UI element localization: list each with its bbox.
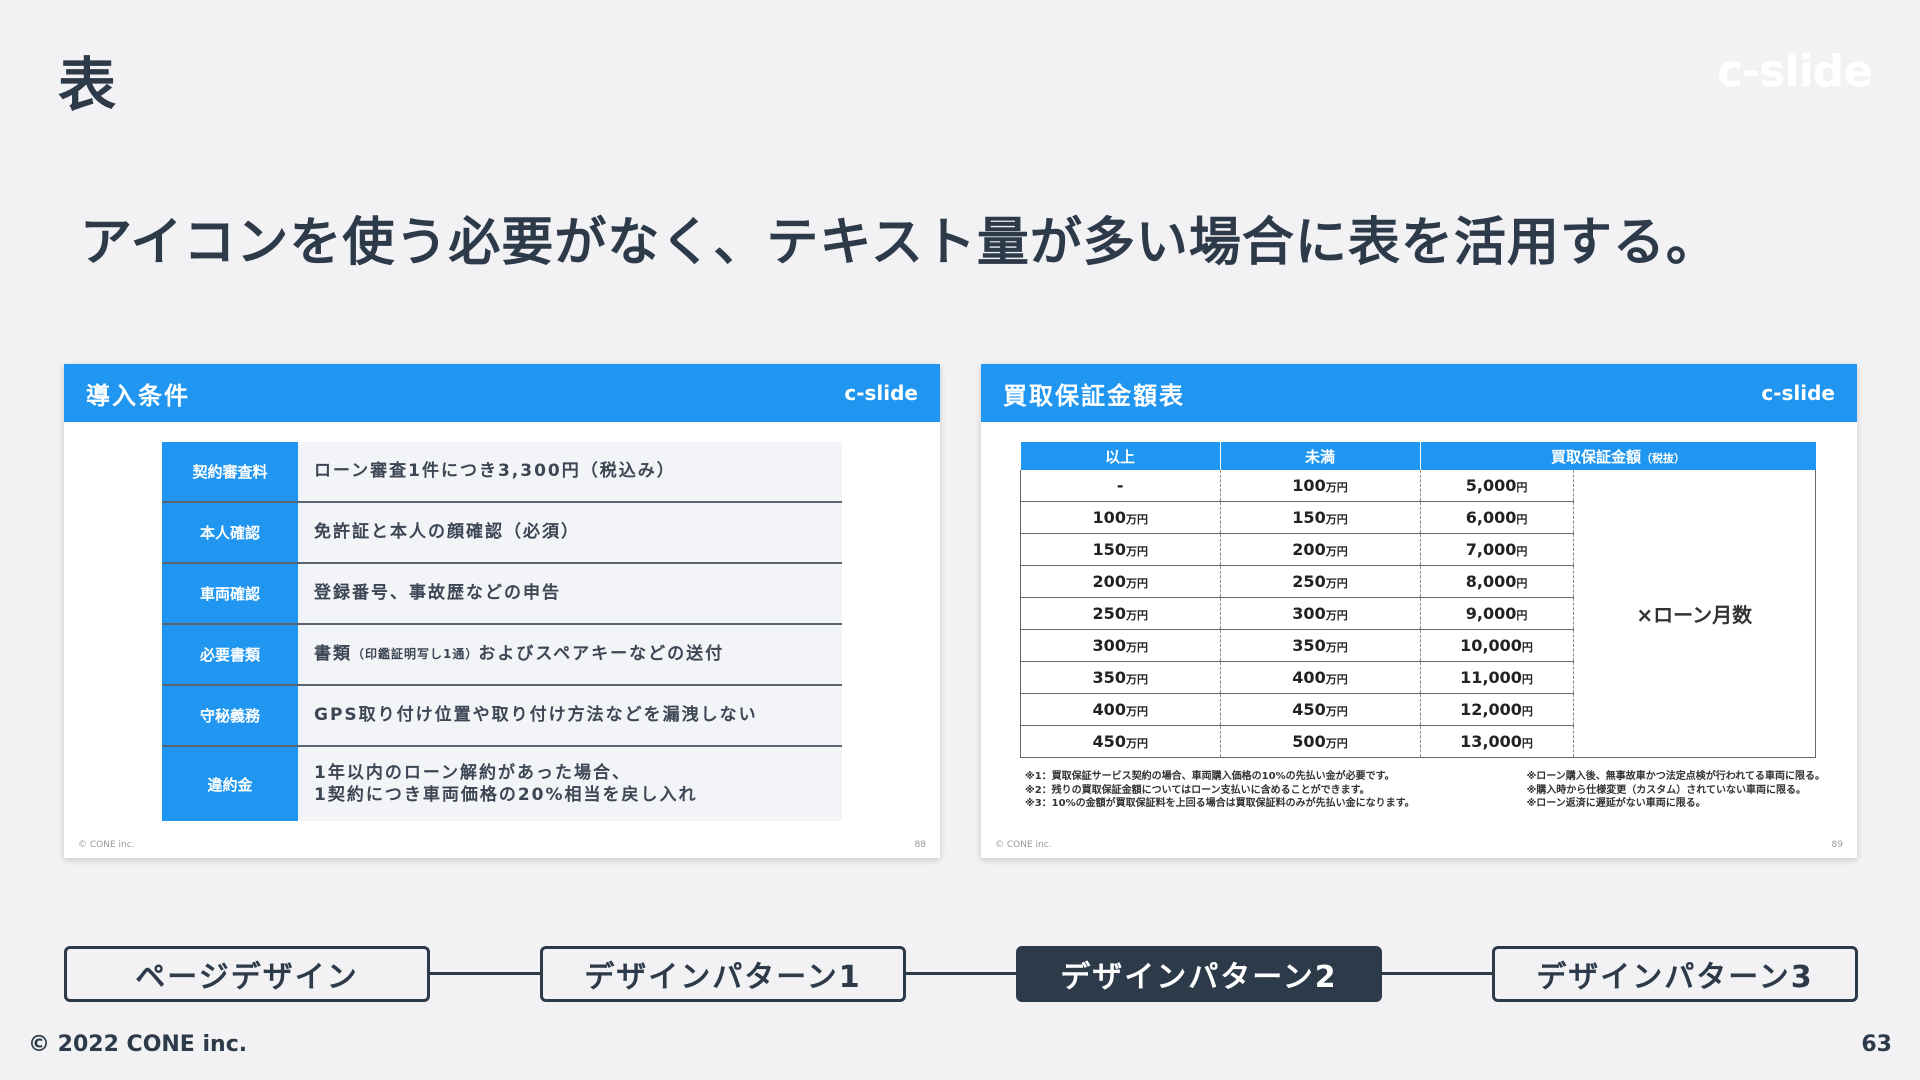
cell-amount: 13,000円: [1420, 725, 1574, 758]
pattern-flow-nav: ページデザイン デザインパターン1 デザインパターン2 デザインパターン3: [64, 946, 1858, 1002]
table-row: 車両確認 登録番号、事故歴などの申告: [162, 564, 842, 625]
table-row: 契約審査料 ローン審査1件につき3,300円（税込み）: [162, 442, 842, 503]
row-label: 本人確認: [162, 503, 298, 562]
note-line: ※ローン返済に遅延がない車両に限る。: [1526, 798, 1706, 809]
cell-max: 350万円: [1220, 629, 1421, 662]
column-header-max: 未満: [1220, 442, 1421, 470]
cell-amount: 11,000円: [1420, 661, 1574, 694]
table-row: 違約金 1年以内のローン解約があった場合、 1契約につき車両価格の20%相当を戻…: [162, 747, 842, 821]
row-value: GPS取り付け位置や取り付け方法などを漏洩しない: [298, 686, 842, 745]
column-header-amount: 買取保証金額（税抜）: [1420, 442, 1816, 470]
row-label: 車両確認: [162, 564, 298, 623]
cell-max: 400万円: [1220, 661, 1421, 694]
row-value: 書類 （印鑑証明写し1通） およびスペアキーなどの送付: [298, 625, 842, 684]
notes: ※1：買取保証サービス契約の場合、車両購入価格の10%の先払い金が必要です。 ※…: [1025, 770, 1825, 811]
table-row: 守秘義務 GPS取り付け位置や取り付け方法などを漏洩しない: [162, 686, 842, 747]
slide-page-number: 89: [1831, 840, 1843, 850]
row-value-line: 1年以内のローン解約があった場合、: [314, 762, 631, 783]
row-value: 免許証と本人の顔確認（必須）: [298, 503, 842, 562]
cell-max: 500万円: [1220, 725, 1421, 758]
slide-title: 買取保証金額表: [1003, 381, 1185, 410]
page-number: 63: [1861, 1032, 1892, 1057]
cell-min: -: [1020, 470, 1221, 502]
slide-brand-logo: c-slide: [1761, 381, 1835, 405]
row-label: 守秘義務: [162, 686, 298, 745]
example-slide-price-table: 買取保証金額表 c-slide 以上 未満 買取保証金額（税抜） -100万円 5…: [981, 364, 1857, 858]
cell-min: 350万円: [1020, 661, 1221, 694]
slide-title: 導入条件: [86, 381, 190, 410]
notes-left: ※1：買取保証サービス契約の場合、車両購入価格の10%の先払い金が必要です。 ※…: [1025, 770, 1415, 811]
notes-right: ※ローン購入後、無事故車かつ法定点検が行われてる車両に限る。 ※購入時から仕様変…: [1527, 770, 1825, 811]
table-header-row: 以上 未満 買取保証金額（税抜）: [1020, 442, 1816, 470]
cell-min: 200万円: [1020, 565, 1221, 598]
price-table: 以上 未満 買取保証金額（税抜） -100万円 5,000円 ×ローン月数 100万円…: [1020, 442, 1817, 758]
cell-min: 300万円: [1020, 629, 1221, 662]
slide-footer: © CONE inc. 89: [995, 840, 1843, 850]
slide-header: 買取保証金額表 c-slide: [981, 364, 1857, 422]
note-line: ※3：10%の金額が買取保証料を上回る場合は買取保証料のみが先払い金になります。: [1025, 798, 1415, 809]
conditions-table: 契約審査料 ローン審査1件につき3,300円（税込み） 本人確認 免許証と本人の…: [162, 442, 842, 821]
row-value: 1年以内のローン解約があった場合、 1契約につき車両価格の20%相当を戻し入れ: [298, 747, 842, 821]
cell-max: 300万円: [1220, 597, 1421, 630]
flow-item-pattern-2[interactable]: デザインパターン2: [1016, 946, 1382, 1002]
brand-logo: c-slide: [1716, 46, 1873, 97]
example-slide-conditions: 導入条件 c-slide 契約審査料 ローン審査1件につき3,300円（税込み）…: [64, 364, 940, 858]
cell-amount: 10,000円: [1420, 629, 1574, 662]
section-title: 表: [58, 51, 117, 119]
column-header-min: 以上: [1020, 442, 1221, 470]
note-line: ※2：残りの買取保証金額についてはローン支払いに含めることができます。: [1025, 784, 1370, 796]
note-line: ※1：買取保証サービス契約の場合、車両購入価格の10%の先払い金が必要です。: [1025, 771, 1395, 782]
cell-min: 100万円: [1020, 501, 1221, 534]
row-value-line: 1契約につき車両価格の20%相当を戻し入れ: [314, 785, 698, 805]
cell-amount: 8,000円: [1420, 565, 1574, 598]
row-label: 違約金: [162, 747, 298, 821]
cell-max: 450万円: [1220, 693, 1421, 726]
table-row: -100万円 5,000円 ×ローン月数: [1020, 470, 1817, 758]
cell-max: 250万円: [1220, 565, 1421, 598]
note-line: ※購入時から仕様変更（カスタム）されていない車両に限る。: [1526, 784, 1806, 796]
slide-page-number: 88: [914, 840, 926, 850]
slide-header: 導入条件 c-slide: [64, 364, 940, 422]
flow-item-page-design[interactable]: ページデザイン: [64, 946, 430, 1002]
cell-max: 200万円: [1220, 533, 1421, 566]
row-value-part: およびスペアキーなどの送付: [478, 644, 725, 665]
cell-amount: 6,000円: [1420, 501, 1574, 534]
cell-min: 450万円: [1020, 725, 1221, 758]
row-value: ローン審査1件につき3,300円（税込み）: [298, 442, 842, 501]
row-label: 契約審査料: [162, 442, 298, 501]
cell-amount: 9,000円: [1420, 597, 1574, 630]
cell-max: 150万円: [1220, 501, 1421, 534]
cell-amount: 5,000円: [1420, 470, 1574, 502]
copyright: © 2022 CONE inc.: [28, 1032, 248, 1057]
cell-amount: 7,000円: [1420, 533, 1574, 566]
row-value-note: （印鑑証明写し1通）: [352, 646, 479, 661]
flow-item-pattern-3[interactable]: デザインパターン3: [1492, 946, 1858, 1002]
slide-copyright: © CONE inc.: [995, 840, 1052, 850]
row-value: 登録番号、事故歴などの申告: [298, 564, 842, 623]
cell-max: 100万円: [1220, 470, 1421, 502]
headline: アイコンを使う必要がなく、テキスト量が多い場合に表を活用する。: [80, 213, 1719, 273]
slide-footer: © CONE inc. 88: [78, 840, 926, 850]
row-label: 必要書類: [162, 625, 298, 684]
slide-brand-logo: c-slide: [844, 381, 918, 405]
slide-copyright: © CONE inc.: [78, 840, 135, 850]
cell-min: 250万円: [1020, 597, 1221, 630]
cell-min: 150万円: [1020, 533, 1221, 566]
cell-amount: 12,000円: [1420, 693, 1574, 726]
cell-min: 400万円: [1020, 693, 1221, 726]
table-row: 必要書類 書類 （印鑑証明写し1通） およびスペアキーなどの送付: [162, 625, 842, 686]
flow-item-pattern-1[interactable]: デザインパターン1: [540, 946, 906, 1002]
table-row: 本人確認 免許証と本人の顔確認（必須）: [162, 503, 842, 564]
row-value-part: 書類: [314, 644, 352, 665]
note-line: ※ローン購入後、無事故車かつ法定点検が行われてる車両に限る。: [1526, 771, 1825, 782]
multiplier-cell: ×ローン月数: [1573, 470, 1817, 758]
